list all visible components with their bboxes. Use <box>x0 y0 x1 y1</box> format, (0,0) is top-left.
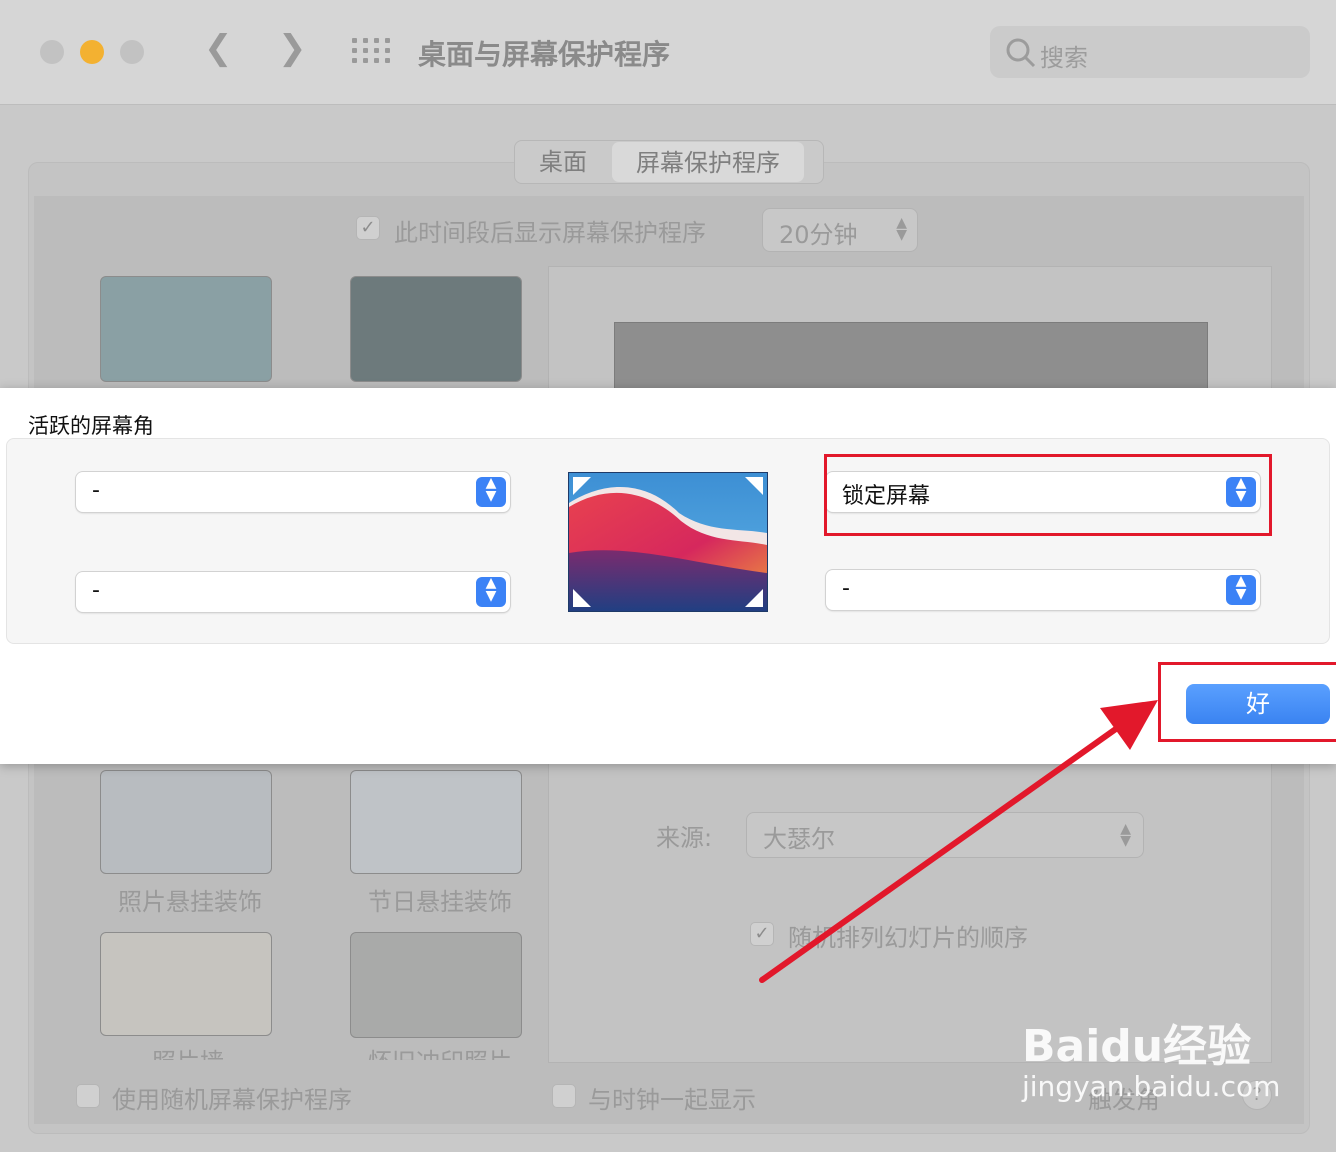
show-after-checkbox[interactable]: ✓ <box>356 216 380 240</box>
chevron-updown-icon: ▲ ▼ <box>1226 574 1256 605</box>
bottom-left-value: - <box>92 578 100 603</box>
random-screensaver-label: 使用随机屏幕保护程序 <box>112 1086 352 1114</box>
baidu-watermark: Baidu经验 jingyan.baidu.com <box>1022 1010 1280 1103</box>
screensaver-thumb-vintage-prints[interactable] <box>350 932 522 1038</box>
forward-chevron-icon[interactable]: ❯ <box>278 28 307 68</box>
show-after-select[interactable]: 20分钟 ▲ ▼ <box>762 208 918 252</box>
source-label: 来源: <box>656 824 713 852</box>
search-icon <box>1006 38 1036 68</box>
chevron-updown-icon: ▲ ▼ <box>896 215 907 243</box>
search-field[interactable]: 搜索 <box>990 26 1310 78</box>
screensaver-thumb-photo-mobile[interactable] <box>100 770 272 874</box>
show-after-value: 20分钟 <box>779 221 858 249</box>
thumb-label: 节日悬挂装饰 <box>368 888 512 916</box>
window-title: 桌面与屏幕保护程序 <box>418 38 671 71</box>
show-all-grid-icon[interactable] <box>352 38 390 68</box>
show-clock-checkbox[interactable] <box>552 1084 576 1108</box>
close-window-button[interactable] <box>40 40 64 64</box>
chevron-updown-icon: ▲ ▼ <box>1120 821 1131 849</box>
highlight-box-lock-screen <box>824 454 1272 536</box>
highlight-box-ok <box>1158 662 1336 742</box>
back-chevron-icon[interactable]: ❮ <box>204 28 233 68</box>
screensaver-thumb-floating[interactable] <box>100 276 272 382</box>
thumb-label: 照片墙 <box>152 1042 224 1060</box>
sheet-title: 活跃的屏幕角 <box>28 414 154 438</box>
screensaver-thumb-flipup[interactable] <box>350 276 522 382</box>
zoom-window-button[interactable] <box>120 40 144 64</box>
wallpaper-graphic <box>569 473 767 611</box>
corner-marker-icon <box>745 589 763 607</box>
title-bar: ❮ ❯ 桌面与屏幕保护程序 搜索 <box>0 0 1336 105</box>
bottom-right-corner-select[interactable]: - ▲ ▼ <box>826 570 1260 610</box>
bottom-right-value: - <box>842 576 850 601</box>
show-clock-label: 与时钟一起显示 <box>588 1086 756 1114</box>
random-screensaver-checkbox[interactable] <box>76 1084 100 1108</box>
search-placeholder: 搜索 <box>1040 44 1088 72</box>
corner-marker-icon <box>573 589 591 607</box>
top-left-corner-select[interactable]: - ▲ ▼ <box>76 472 510 512</box>
tab-screensaver[interactable]: 屏幕保护程序 <box>612 142 804 182</box>
desktop-preview-image <box>568 472 768 612</box>
chevron-updown-icon: ▲ ▼ <box>476 476 506 507</box>
source-select[interactable]: 大瑟尔 ▲ ▼ <box>746 812 1144 858</box>
chevron-updown-icon: ▲ ▼ <box>476 576 506 607</box>
minimize-window-button[interactable] <box>80 40 104 64</box>
source-value: 大瑟尔 <box>763 825 835 853</box>
corner-marker-icon <box>573 477 591 495</box>
show-after-label: 此时间段后显示屏幕保护程序 <box>394 219 706 247</box>
thumb-label: 照片悬挂装饰 <box>118 888 262 916</box>
watermark-logo: Baidu经验 <box>1022 1021 1252 1072</box>
shuffle-label: 随机排列幻灯片的顺序 <box>788 924 1028 952</box>
shuffle-checkbox[interactable]: ✓ <box>750 922 774 946</box>
tab-desktop[interactable]: 桌面 <box>515 141 611 183</box>
corner-marker-icon <box>745 477 763 495</box>
screensaver-thumb-photo-wall[interactable] <box>100 932 272 1036</box>
watermark-url: jingyan.baidu.com <box>1022 1070 1281 1103</box>
preview-screen <box>614 322 1208 394</box>
bottom-left-corner-select[interactable]: - ▲ ▼ <box>76 572 510 612</box>
top-left-value: - <box>92 478 100 503</box>
hot-corners-sheet: 活跃的屏幕角 - ▲ ▼ - ▲ ▼ 锁定屏幕 ▲ ▼ - ▲ ▼ 好 <box>0 388 1336 764</box>
screensaver-thumb-holiday-mobile[interactable] <box>350 770 522 874</box>
tab-bar: 桌面 屏幕保护程序 <box>514 140 824 184</box>
thumb-label: 怀旧冲印照片 <box>368 1042 512 1060</box>
